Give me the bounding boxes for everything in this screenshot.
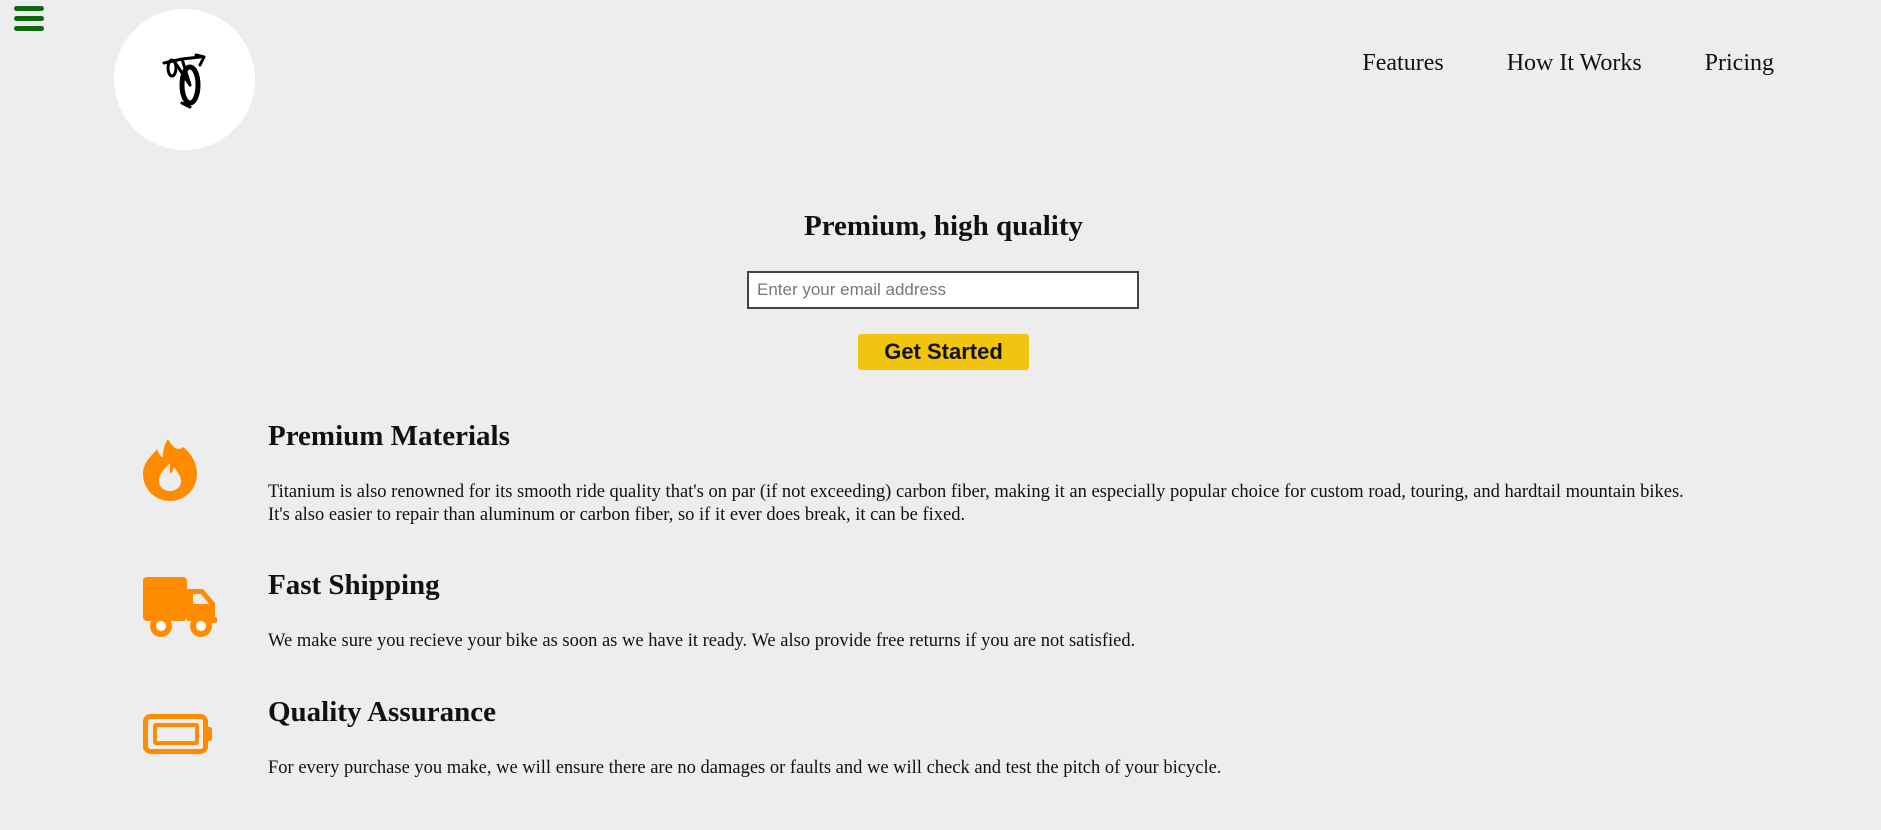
site-logo[interactable]	[114, 9, 255, 150]
fire-icon	[143, 439, 197, 501]
feature-title: Quality Assurance	[268, 696, 496, 728]
get-started-button[interactable]: Get Started	[858, 334, 1029, 370]
nav-link-features[interactable]: Features	[1362, 50, 1443, 77]
menu-line	[14, 16, 44, 21]
truck-icon	[143, 577, 217, 637]
hero-title: Premium, high quality	[803, 210, 1084, 242]
landing-page: Features How It Works Pricing Premium, h…	[0, 0, 1881, 830]
nav-link-pricing[interactable]: Pricing	[1705, 50, 1774, 77]
email-input[interactable]	[747, 271, 1139, 309]
menu-line	[14, 6, 44, 11]
feature-description: For every purchase you make, we will ens…	[268, 758, 1222, 778]
feature-title: Fast Shipping	[268, 569, 440, 601]
feature-description: Titanium is also renowned for its smooth…	[268, 482, 1684, 525]
menu-line	[14, 26, 44, 31]
feature-title: Premium Materials	[268, 420, 510, 452]
hamburger-menu-icon[interactable]	[12, 4, 46, 34]
battery-icon	[143, 714, 212, 754]
top-nav: Features How It Works Pricing	[1299, 50, 1774, 77]
nav-link-how-it-works[interactable]: How It Works	[1507, 50, 1642, 77]
bicycle-icon	[162, 53, 205, 108]
feature-description: We make sure you recieve your bike as so…	[268, 631, 1136, 651]
